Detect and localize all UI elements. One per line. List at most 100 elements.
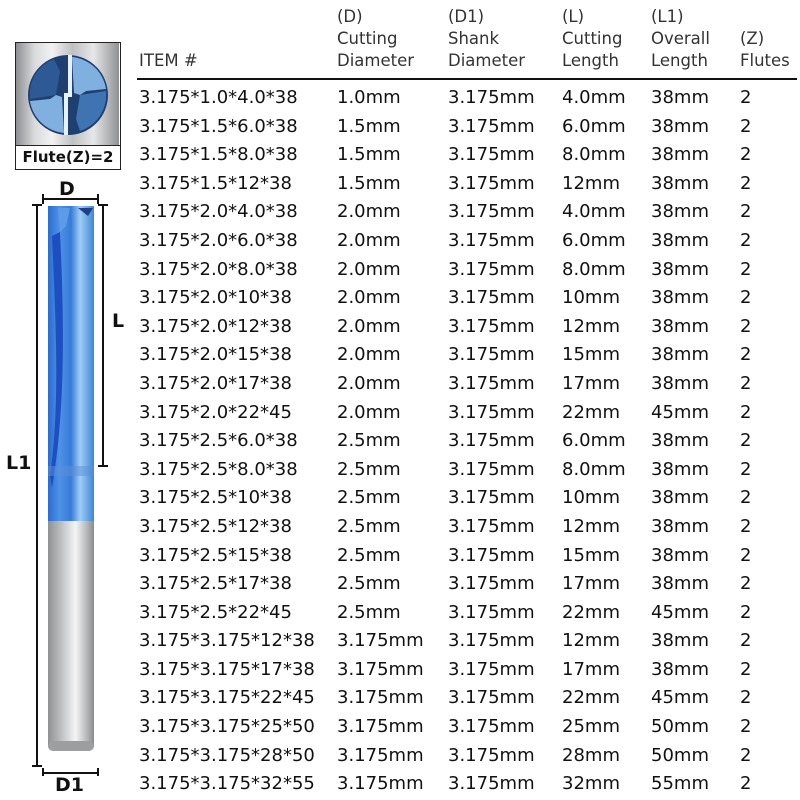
cell-flutes: 2 (740, 372, 752, 394)
cell-shank-diameter: 3.175mm (448, 201, 535, 223)
cell-item-number: 3.175*2.5*6.0*38 (139, 430, 298, 452)
cell-flutes: 2 (740, 401, 752, 423)
header-overall-length: (L1) Overall Length (651, 6, 710, 72)
diameter-dimension-line (42, 194, 99, 204)
cell-flutes: 2 (740, 601, 752, 623)
cell-shank-diameter: 3.175mm (448, 487, 535, 509)
cell-flutes: 2 (740, 115, 752, 137)
cell-overall-length: 38mm (651, 344, 709, 366)
shank-diameter-dimension-line (42, 768, 99, 776)
cell-flutes: 2 (740, 773, 752, 795)
table-row: 3.175*2.0*6.0*38 2.0mm 3.175mm 6.0mm 38mm 2 (137, 227, 797, 256)
cell-cutting-diameter: 2.5mm (337, 487, 401, 509)
cell-cutting-diameter: 3.175mm (337, 687, 424, 709)
flute-count-label: Flute(Z)=2 (16, 145, 120, 169)
header-flutes: (Z) Flutes (740, 28, 790, 72)
header-line: Cutting (562, 29, 623, 48)
cell-cutting-length: 25mm (562, 716, 620, 738)
cell-shank-diameter: 3.175mm (448, 744, 535, 766)
cell-cutting-length: 15mm (562, 544, 620, 566)
cell-flutes: 2 (740, 716, 752, 738)
cell-cutting-length: 10mm (562, 287, 620, 309)
cell-overall-length: 38mm (651, 115, 709, 137)
cell-cutting-diameter: 2.0mm (337, 287, 401, 309)
cell-shank-diameter: 3.175mm (448, 544, 535, 566)
table-row: 3.175*1.5*8.0*38 1.5mm 3.175mm 8.0mm 38mm 2 (137, 141, 797, 170)
cell-cutting-length: 12mm (562, 172, 620, 194)
cell-cutting-length: 12mm (562, 515, 620, 537)
flute-end-view-icon: Flute(Z)=2 (15, 42, 121, 170)
cell-shank-diameter: 3.175mm (448, 87, 535, 108)
table-row: 3.175*3.175*12*38 3.175mm 3.175mm 12mm 38mm 2 (137, 627, 797, 656)
cell-shank-diameter: 3.175mm (448, 458, 535, 480)
cell-shank-diameter: 3.175mm (448, 315, 535, 337)
table-row: 3.175*2.0*15*38 2.0mm 3.175mm 15mm 38mm 2 (137, 341, 797, 370)
cell-shank-diameter: 3.175mm (448, 344, 535, 366)
cell-cutting-diameter: 1.5mm (337, 115, 401, 137)
cell-flutes: 2 (740, 430, 752, 452)
cell-overall-length: 38mm (651, 315, 709, 337)
cell-cutting-diameter: 2.0mm (337, 401, 401, 423)
header-line: Length (651, 51, 708, 70)
cell-cutting-length: 22mm (562, 401, 620, 423)
cell-overall-length: 45mm (651, 401, 709, 423)
cell-item-number: 3.175*2.5*10*38 (139, 487, 292, 509)
cell-flutes: 2 (740, 630, 752, 652)
cell-item-number: 3.175*2.0*17*38 (139, 372, 292, 394)
cell-shank-diameter: 3.175mm (448, 573, 535, 595)
cell-cutting-length: 17mm (562, 573, 620, 595)
table-row: 3.175*3.175*17*38 3.175mm 3.175mm 17mm 38mm 2 (137, 656, 797, 685)
cell-item-number: 3.175*2.5*22*45 (139, 601, 292, 623)
cell-item-number: 3.175*3.175*22*45 (139, 687, 315, 709)
cell-flutes: 2 (740, 544, 752, 566)
cell-cutting-diameter: 1.0mm (337, 87, 401, 108)
cell-cutting-length: 17mm (562, 658, 620, 680)
cell-item-number: 3.175*2.0*15*38 (139, 344, 292, 366)
cell-cutting-length: 8.0mm (562, 144, 626, 166)
cell-item-number: 3.175*2.0*4.0*38 (139, 201, 298, 223)
table-row: 3.175*2.0*17*38 2.0mm 3.175mm 17mm 38mm 2 (137, 370, 797, 399)
cell-flutes: 2 (740, 258, 752, 280)
cell-cutting-length: 4.0mm (562, 87, 626, 108)
cell-item-number: 3.175*3.175*32*55 (139, 773, 315, 795)
cell-item-number: 3.175*2.0*6.0*38 (139, 229, 298, 251)
table-row: 3.175*2.5*6.0*38 2.5mm 3.175mm 6.0mm 38mm 2 (137, 427, 797, 456)
header-line: Diameter (337, 51, 415, 70)
cell-shank-diameter: 3.175mm (448, 687, 535, 709)
table-row: 3.175*1.0*4.0*38 1.0mm 3.175mm 4.0mm 38mm 2 (137, 84, 797, 113)
header-cutting-diameter: (D) Cutting Diameter (337, 6, 414, 72)
cell-cutting-length: 8.0mm (562, 258, 626, 280)
cell-overall-length: 38mm (651, 544, 709, 566)
header-line: Shank (448, 29, 500, 48)
cell-flutes: 2 (740, 573, 752, 595)
cell-cutting-diameter: 2.0mm (337, 258, 401, 280)
cell-cutting-length: 4.0mm (562, 201, 626, 223)
cell-cutting-diameter: 2.5mm (337, 458, 401, 480)
table-row: 3.175*2.0*10*38 2.0mm 3.175mm 10mm 38mm 2 (137, 284, 797, 313)
cell-cutting-diameter: 2.5mm (337, 515, 401, 537)
cell-item-number: 3.175*2.5*8.0*38 (139, 458, 298, 480)
cell-cutting-diameter: 2.0mm (337, 201, 401, 223)
cell-overall-length: 38mm (651, 573, 709, 595)
cell-flutes: 2 (740, 515, 752, 537)
table-row: 3.175*3.175*25*50 3.175mm 3.175mm 25mm 50mm 2 (137, 713, 797, 742)
cell-flutes: 2 (740, 687, 752, 709)
table-row: 3.175*2.5*10*38 2.5mm 3.175mm 10mm 38mm 2 (137, 484, 797, 513)
cell-shank-diameter: 3.175mm (448, 601, 535, 623)
table-row: 3.175*1.5*6.0*38 1.5mm 3.175mm 6.0mm 38mm 2 (137, 113, 797, 142)
cell-overall-length: 38mm (651, 287, 709, 309)
cell-cutting-length: 28mm (562, 744, 620, 766)
cell-cutting-diameter: 2.0mm (337, 372, 401, 394)
cell-overall-length: 38mm (651, 487, 709, 509)
table-row: 3.175*2.5*15*38 2.5mm 3.175mm 15mm 38mm 2 (137, 542, 797, 571)
cell-shank-diameter: 3.175mm (448, 630, 535, 652)
header-line: (L1) (651, 7, 684, 26)
cell-cutting-diameter: 1.5mm (337, 172, 401, 194)
cell-cutting-diameter: 3.175mm (337, 744, 424, 766)
cell-item-number: 3.175*3.175*17*38 (139, 658, 315, 680)
table-row: 3.175*2.0*4.0*38 2.0mm 3.175mm 4.0mm 38mm 2 (137, 198, 797, 227)
cell-overall-length: 38mm (651, 258, 709, 280)
header-line: (L) (562, 7, 585, 26)
cell-flutes: 2 (740, 487, 752, 509)
cell-cutting-diameter: 3.175mm (337, 658, 424, 680)
